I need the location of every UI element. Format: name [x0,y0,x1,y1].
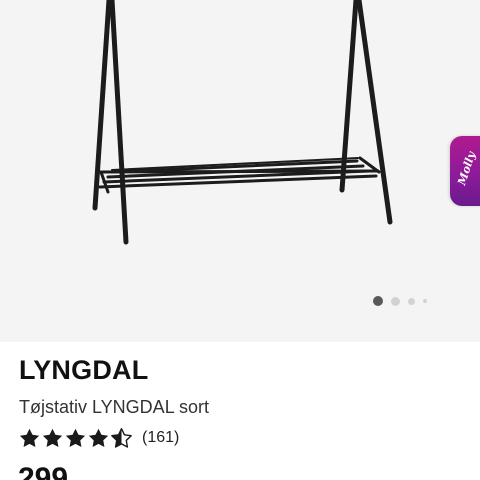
carousel-dots [373,295,427,307]
star-icon [88,428,109,448]
star-icon [42,428,63,448]
carousel-dot[interactable] [423,299,427,303]
review-count[interactable]: (161) [142,429,179,447]
carousel-dot[interactable] [391,296,400,306]
rating-stars [19,428,132,448]
product-page: Molly LYNGDAL Tøjstativ LYNGDAL sort (16… [0,0,480,480]
product-rating[interactable]: (161) [19,428,179,448]
star-half-icon [111,428,132,448]
molly-chat-label: Molly [455,150,479,187]
product-price: 299 [18,462,69,480]
star-icon [65,428,86,448]
product-info: LYNGDAL Tøjstativ LYNGDAL sort (161) 299 [0,342,480,480]
carousel-dot-active[interactable] [373,296,383,306]
product-title: LYNGDAL [19,355,149,385]
molly-chat-button[interactable]: Molly [450,136,480,206]
product-image[interactable] [0,0,480,342]
product-subtitle: Tøjstativ LYNGDAL sort [19,397,210,417]
star-icon [19,428,40,448]
product-image-gallery[interactable] [0,0,480,342]
carousel-dot[interactable] [408,297,415,305]
